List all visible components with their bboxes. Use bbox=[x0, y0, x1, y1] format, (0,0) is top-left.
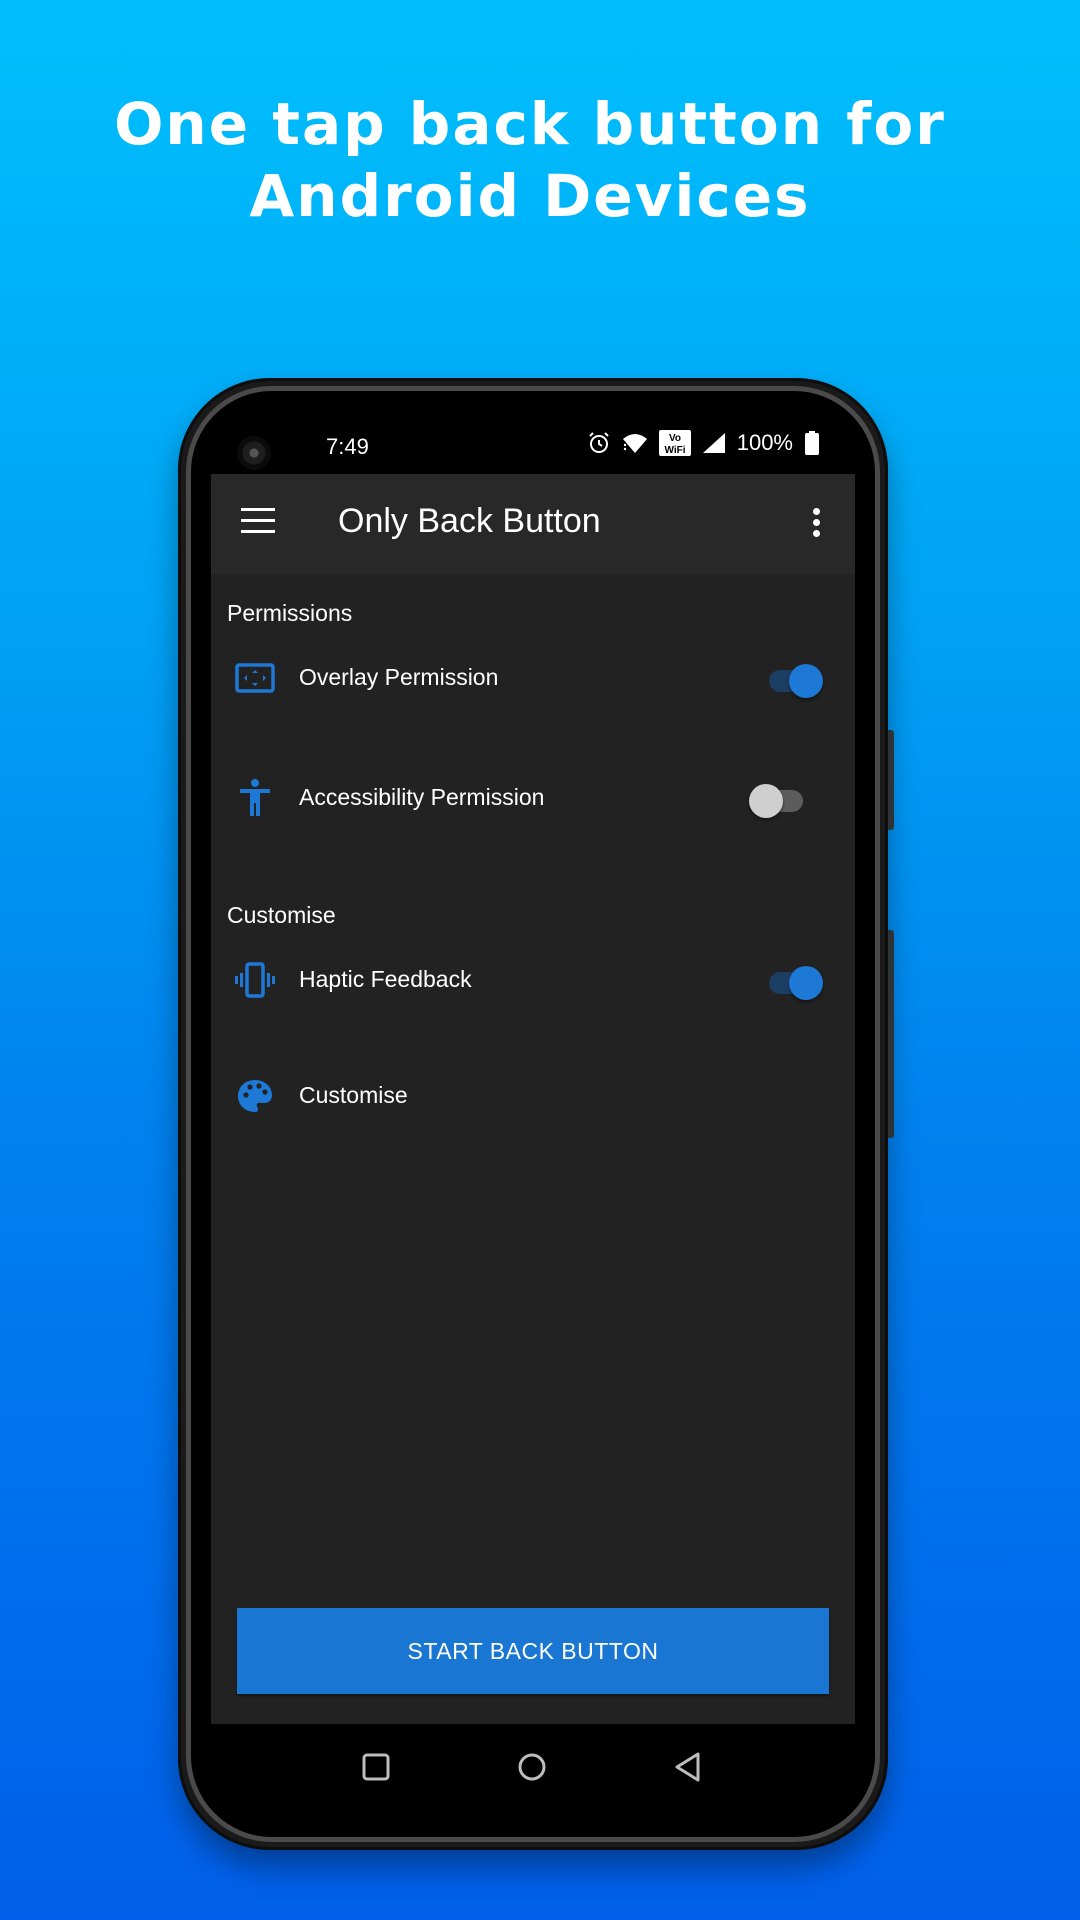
promo-headline: One tap back button for Android Devices bbox=[0, 88, 1060, 232]
app-bar: Only Back Button bbox=[211, 474, 855, 574]
settings-list: Permissions Overlay Permission Accessibi… bbox=[211, 574, 855, 1724]
setting-label: Haptic Feedback bbox=[299, 966, 472, 992]
system-nav-bar bbox=[211, 1724, 855, 1810]
front-camera-icon bbox=[237, 436, 271, 470]
svg-text:Vo: Vo bbox=[669, 433, 681, 444]
section-header-customise: Customise bbox=[227, 902, 336, 928]
svg-text:WiFi: WiFi bbox=[664, 445, 685, 456]
setting-label: Accessibility Permission bbox=[299, 784, 545, 810]
back-icon[interactable] bbox=[671, 1750, 705, 1784]
setting-label: Overlay Permission bbox=[299, 664, 499, 690]
accessibility-permission-toggle[interactable] bbox=[749, 778, 809, 818]
promo-line-2: Android Devices bbox=[249, 162, 811, 230]
accessibility-icon bbox=[240, 779, 270, 816]
haptic-feedback-toggle[interactable] bbox=[763, 960, 823, 1000]
status-time: 7:49 bbox=[326, 434, 369, 459]
vibration-icon bbox=[235, 962, 275, 998]
overlay-icon bbox=[235, 663, 275, 693]
alarm-icon bbox=[589, 432, 609, 453]
setting-accessibility-permission[interactable]: Accessibility Permission bbox=[211, 758, 855, 838]
battery-icon bbox=[805, 431, 819, 455]
hamburger-menu-icon[interactable] bbox=[241, 508, 275, 534]
home-icon[interactable] bbox=[515, 1750, 549, 1784]
overlay-permission-toggle[interactable] bbox=[763, 658, 823, 698]
phone-frame: 7:49 Vo WiFi 100% Only Back Button Permi… bbox=[178, 378, 894, 1850]
battery-percent: 100% bbox=[736, 430, 793, 455]
wifi-icon bbox=[622, 434, 647, 453]
promo-line-1: One tap back button for bbox=[114, 90, 946, 158]
start-back-button[interactable]: START BACK BUTTON bbox=[237, 1608, 829, 1694]
more-vert-icon[interactable] bbox=[813, 508, 821, 538]
volume-button bbox=[888, 730, 894, 830]
power-button bbox=[888, 930, 894, 1138]
app-title: Only Back Button bbox=[338, 502, 601, 540]
palette-icon bbox=[238, 1080, 272, 1112]
status-icons: Vo WiFi 100% bbox=[587, 430, 819, 456]
section-header-permissions: Permissions bbox=[227, 600, 353, 626]
phone-screen: 7:49 Vo WiFi 100% Only Back Button Permi… bbox=[211, 416, 855, 1810]
status-bar: 7:49 Vo WiFi 100% bbox=[211, 416, 855, 474]
setting-label: Customise bbox=[299, 1082, 408, 1108]
vowifi-icon: Vo WiFi bbox=[658, 430, 691, 456]
cellular-signal-icon bbox=[702, 433, 725, 453]
recents-icon[interactable] bbox=[359, 1750, 393, 1784]
setting-overlay-permission[interactable]: Overlay Permission bbox=[211, 638, 855, 718]
setting-haptic-feedback[interactable]: Haptic Feedback bbox=[211, 940, 855, 1020]
setting-customise[interactable]: Customise bbox=[211, 1056, 855, 1136]
